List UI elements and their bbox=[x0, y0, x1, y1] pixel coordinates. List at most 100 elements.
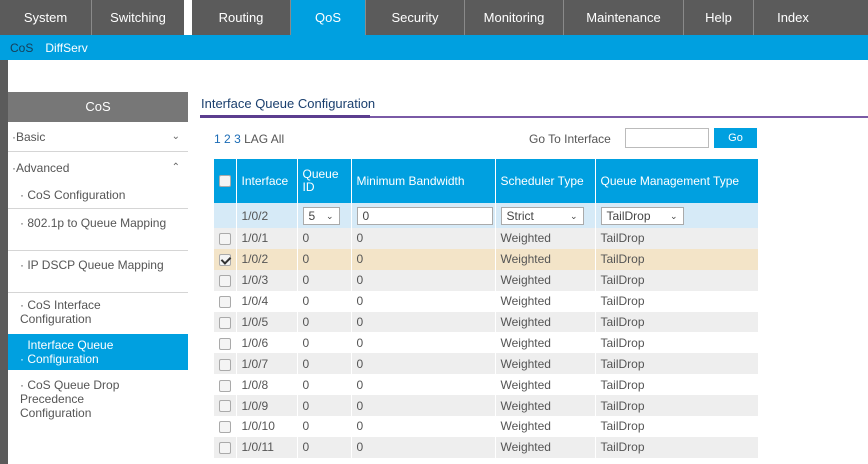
table-row[interactable]: 1/0/5 0 0 Weighted TailDrop bbox=[214, 311, 759, 333]
header-queue-mgmt-type[interactable]: Queue Management Type bbox=[595, 159, 759, 203]
table-row[interactable]: 1/0/6 0 0 Weighted TailDrop bbox=[214, 332, 759, 354]
min-bandwidth-input[interactable]: 0 bbox=[356, 206, 493, 225]
subnav-diffserv[interactable]: DiffServ bbox=[45, 41, 87, 55]
cell-qmgmt: TailDrop bbox=[595, 374, 759, 396]
row-checkbox[interactable] bbox=[219, 379, 231, 392]
divider bbox=[8, 292, 188, 293]
row-checkbox[interactable] bbox=[219, 275, 231, 288]
cell-interface: 1/0/9 bbox=[236, 395, 298, 417]
table-row[interactable]: 1/0/3 0 0 Weighted TailDrop bbox=[214, 269, 759, 291]
tab-switching[interactable]: Switching bbox=[92, 0, 192, 35]
cell-min-bw: 0 bbox=[351, 269, 496, 291]
cell-queue-id: 0 bbox=[297, 436, 352, 458]
cell-min-bw: 0 bbox=[351, 395, 496, 417]
goto-interface-input[interactable] bbox=[625, 128, 709, 148]
sidebar-item-label: CoS Configuration bbox=[27, 188, 126, 202]
page-link-lag[interactable]: LAG bbox=[244, 132, 268, 146]
cell-interface: 1/0/5 bbox=[236, 311, 298, 333]
tab-qos[interactable]: QoS bbox=[291, 0, 366, 35]
tab-help[interactable]: Help bbox=[684, 0, 754, 35]
row-checkbox[interactable] bbox=[219, 442, 231, 455]
row-checkbox[interactable] bbox=[219, 421, 231, 434]
cell-queue-id: 0 bbox=[297, 332, 352, 354]
table-row[interactable]: 1/0/8 0 0 Weighted TailDrop bbox=[214, 374, 759, 396]
select-all-checkbox[interactable] bbox=[219, 175, 231, 188]
row-checkbox-cell bbox=[214, 228, 237, 249]
row-checkbox-cell bbox=[214, 395, 237, 417]
go-button[interactable]: Go bbox=[714, 128, 757, 148]
divider bbox=[8, 250, 188, 251]
queue-mgmt-select[interactable]: TailDrop ⌄ bbox=[600, 206, 684, 225]
tab-index[interactable]: Index bbox=[754, 0, 832, 35]
divider bbox=[8, 151, 188, 152]
sub-nav: CoS DiffServ bbox=[0, 35, 868, 60]
scheduler-type-select[interactable]: Strict ⌄ bbox=[500, 206, 584, 225]
subnav-cos[interactable]: CoS bbox=[10, 41, 33, 55]
sidebar-item-basic[interactable]: ·Basic ⌄ bbox=[8, 127, 188, 147]
cell-scheduler: Weighted bbox=[495, 269, 596, 291]
sidebar: CoS ·Basic ⌄ ·Advanced ⌃ · CoS Configura… bbox=[8, 92, 188, 464]
cell-qmgmt: TailDrop bbox=[595, 416, 759, 437]
table-row[interactable]: 1/0/10 0 0 Weighted TailDrop bbox=[214, 416, 759, 437]
cell-qmgmt: TailDrop bbox=[595, 269, 759, 291]
page-link-all[interactable]: All bbox=[271, 132, 284, 146]
chevron-down-icon: ⌄ bbox=[171, 131, 180, 142]
left-edge-bar bbox=[0, 60, 8, 464]
cell-interface: 1/0/1 bbox=[236, 228, 298, 249]
edit-min-bw-cell: 0 bbox=[351, 203, 496, 228]
header-queue-id[interactable]: Queue ID bbox=[297, 159, 352, 203]
sidebar-item-label: Interface Queue Configuration bbox=[27, 338, 114, 366]
cell-interface: 1/0/8 bbox=[236, 374, 298, 396]
cell-interface: 1/0/7 bbox=[236, 353, 298, 375]
sidebar-item-ip-dscp-mapping[interactable]: · IP DSCP Queue Mapping bbox=[8, 258, 168, 272]
row-checkbox[interactable] bbox=[219, 254, 231, 267]
tab-monitoring[interactable]: Monitoring bbox=[465, 0, 564, 35]
sidebar-item-interface-queue-configuration[interactable]: · Interface Queue Configuration bbox=[8, 334, 188, 370]
goto-interface-label: Go To Interface bbox=[529, 132, 611, 146]
cell-queue-id: 0 bbox=[297, 269, 352, 291]
header-min-bandwidth[interactable]: Minimum Bandwidth bbox=[351, 159, 496, 203]
sidebar-item-cos-interface-configuration[interactable]: · CoS Interface Configuration bbox=[8, 298, 168, 326]
cell-min-bw: 0 bbox=[351, 228, 496, 249]
page-link-2[interactable]: 2 bbox=[224, 132, 231, 146]
sidebar-item-cos-queue-drop-precedence[interactable]: · CoS Queue Drop Precedence Configuratio… bbox=[8, 378, 158, 420]
sidebar-item-cos-configuration[interactable]: · CoS Configuration bbox=[8, 188, 188, 202]
page-link-3[interactable]: 3 bbox=[234, 132, 241, 146]
header-select-all[interactable] bbox=[214, 159, 237, 203]
cell-scheduler: Weighted bbox=[495, 311, 596, 333]
queue-id-select[interactable]: 5 ⌄ bbox=[302, 206, 340, 225]
row-checkbox[interactable] bbox=[219, 316, 231, 329]
cell-scheduler: Weighted bbox=[495, 353, 596, 375]
sidebar-item-8021p-mapping[interactable]: · 802.1p to Queue Mapping bbox=[8, 216, 168, 230]
table-row[interactable]: 1/0/2 0 0 Weighted TailDrop bbox=[214, 248, 759, 270]
cell-interface: 1/0/3 bbox=[236, 269, 298, 291]
row-checkbox[interactable] bbox=[219, 358, 231, 371]
sidebar-item-advanced[interactable]: ·Advanced ⌃ bbox=[8, 158, 188, 178]
header-interface[interactable]: Interface bbox=[236, 159, 298, 203]
tab-security[interactable]: Security bbox=[366, 0, 465, 35]
row-checkbox[interactable] bbox=[219, 233, 231, 246]
cell-scheduler: Weighted bbox=[495, 248, 596, 270]
row-checkbox[interactable] bbox=[219, 295, 231, 308]
tab-routing[interactable]: Routing bbox=[192, 0, 291, 35]
row-checkbox-cell bbox=[214, 436, 237, 458]
header-scheduler-type[interactable]: Scheduler Type bbox=[495, 159, 596, 203]
table-row[interactable]: 1/0/1 0 0 Weighted TailDrop bbox=[214, 228, 759, 249]
cell-qmgmt: TailDrop bbox=[595, 436, 759, 458]
tab-maintenance[interactable]: Maintenance bbox=[564, 0, 684, 35]
cell-queue-id: 0 bbox=[297, 228, 352, 249]
chevron-down-icon: ⌄ bbox=[325, 210, 334, 221]
row-checkbox[interactable] bbox=[219, 400, 231, 413]
chevron-down-icon: ⌄ bbox=[569, 210, 578, 221]
table-row[interactable]: 1/0/9 0 0 Weighted TailDrop bbox=[214, 395, 759, 417]
edit-scheduler-cell: Strict ⌄ bbox=[495, 203, 596, 228]
table-row[interactable]: 1/0/11 0 0 Weighted TailDrop bbox=[214, 436, 759, 458]
page-title[interactable]: Interface Queue Configuration bbox=[201, 96, 375, 111]
row-checkbox[interactable] bbox=[219, 337, 231, 350]
table-row[interactable]: 1/0/4 0 0 Weighted TailDrop bbox=[214, 290, 759, 312]
page-link-1[interactable]: 1 bbox=[214, 132, 221, 146]
table-row[interactable]: 1/0/7 0 0 Weighted TailDrop bbox=[214, 353, 759, 375]
cell-qmgmt: TailDrop bbox=[595, 311, 759, 333]
tab-system[interactable]: System bbox=[0, 0, 92, 35]
divider bbox=[8, 208, 188, 209]
